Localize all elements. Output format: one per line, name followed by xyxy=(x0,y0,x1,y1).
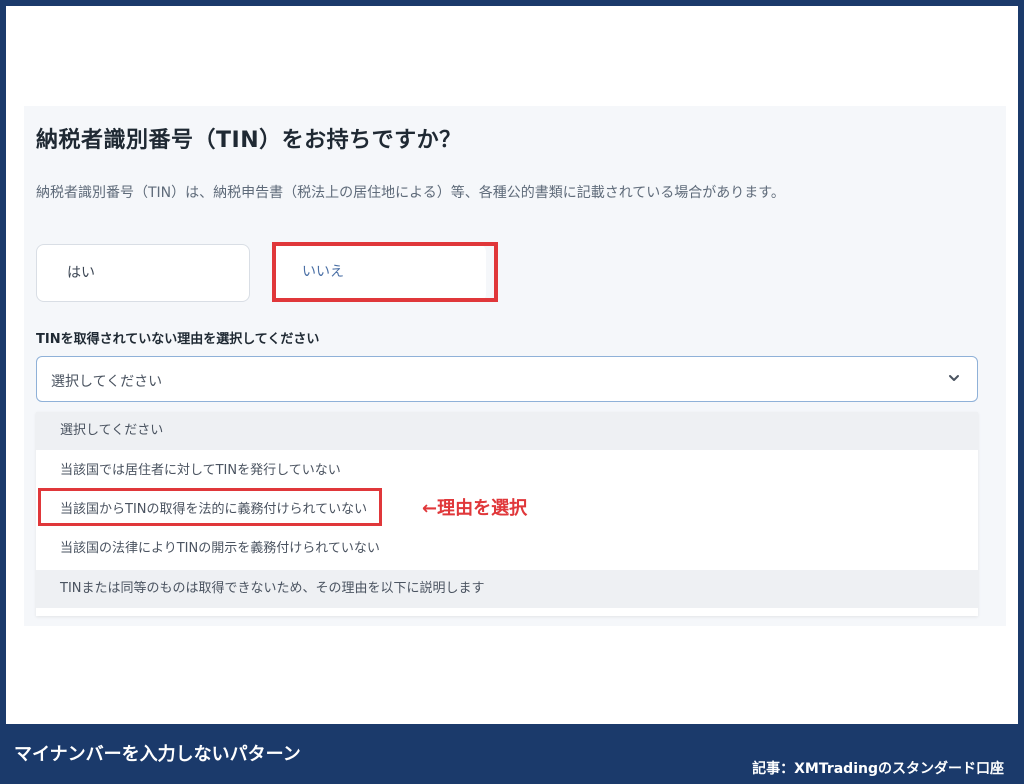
dropdown-option-disclosure-not-required[interactable]: 当該国の法律によりTINの開示を義務付けられていない xyxy=(36,530,978,568)
dropdown-option-explain[interactable]: TINまたは同等のものは取得できないため、その理由を以下に説明します xyxy=(36,570,978,608)
select-value: 選択してください xyxy=(51,374,163,390)
reason-label: TINを取得されていない理由を選択してください xyxy=(36,332,320,347)
option-yes-button[interactable]: はい xyxy=(36,244,250,302)
annotation-select-reason: ←理由を選択 xyxy=(422,498,528,519)
option-no-button[interactable]: いいえ xyxy=(272,244,486,302)
dropdown-option-placeholder[interactable]: 選択してください xyxy=(36,412,978,450)
chevron-down-icon xyxy=(949,375,959,381)
question-title: 納税者識別番号（TIN）をお持ちですか？ xyxy=(36,128,462,153)
dropdown-option-not-issued[interactable]: 当該国では居住者に対してTINを発行していない xyxy=(36,452,978,490)
footer-caption: マイナンバーを入力しないパターン xyxy=(14,744,301,765)
screenshot-frame: 納税者識別番号（TIN）をお持ちですか？ 納税者識別番号（TIN）は、納税申告書… xyxy=(6,6,1018,724)
reason-select[interactable]: 選択してください xyxy=(36,356,978,402)
footer-source: 記事：XMTradingのスタンダード口座 xyxy=(752,761,1004,777)
tin-form-card: 納税者識別番号（TIN）をお持ちですか？ 納税者識別番号（TIN）は、納税申告書… xyxy=(24,106,1006,626)
question-description: 納税者識別番号（TIN）は、納税申告書（税法上の居住地による）等、各種公的書類に… xyxy=(36,185,785,201)
